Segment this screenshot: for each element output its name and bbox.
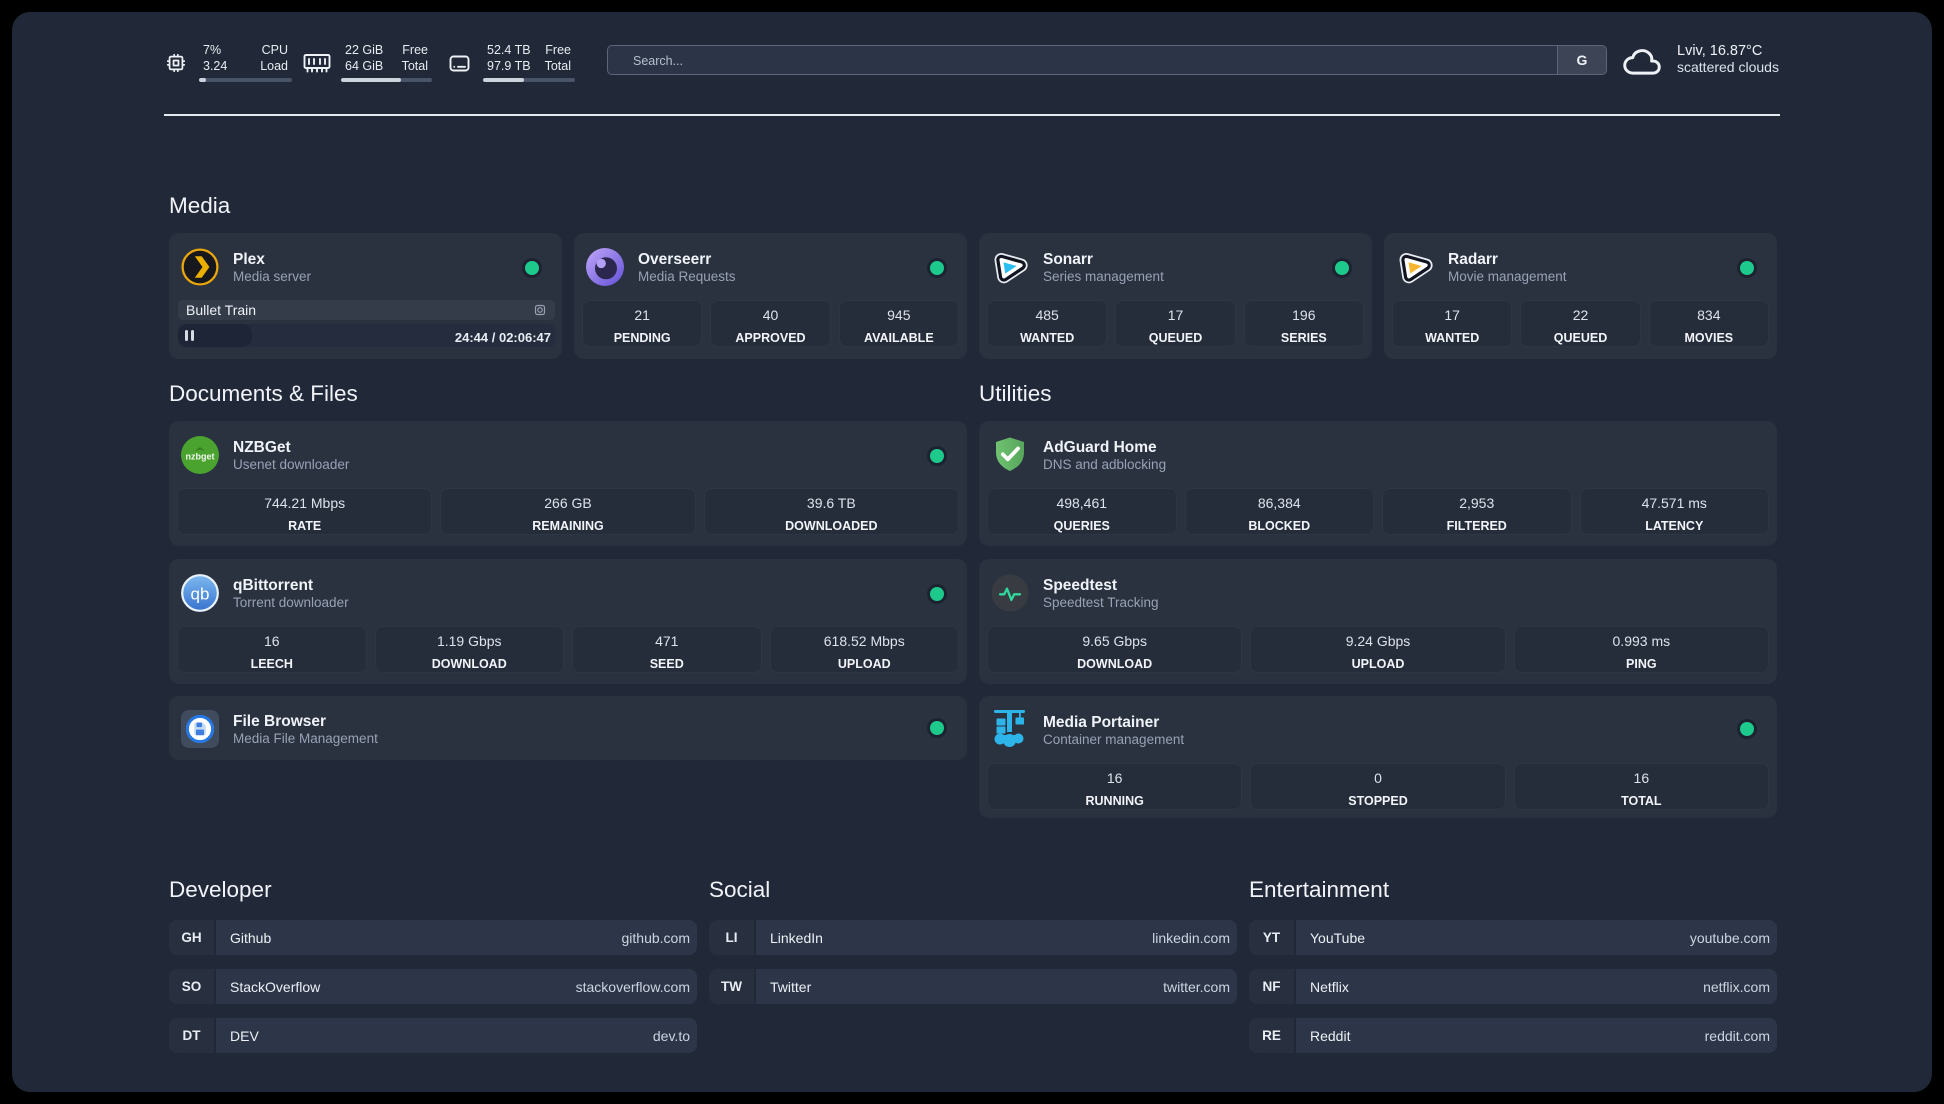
svg-text:qb: qb	[191, 585, 210, 604]
svg-text:nzbget: nzbget	[186, 452, 215, 462]
